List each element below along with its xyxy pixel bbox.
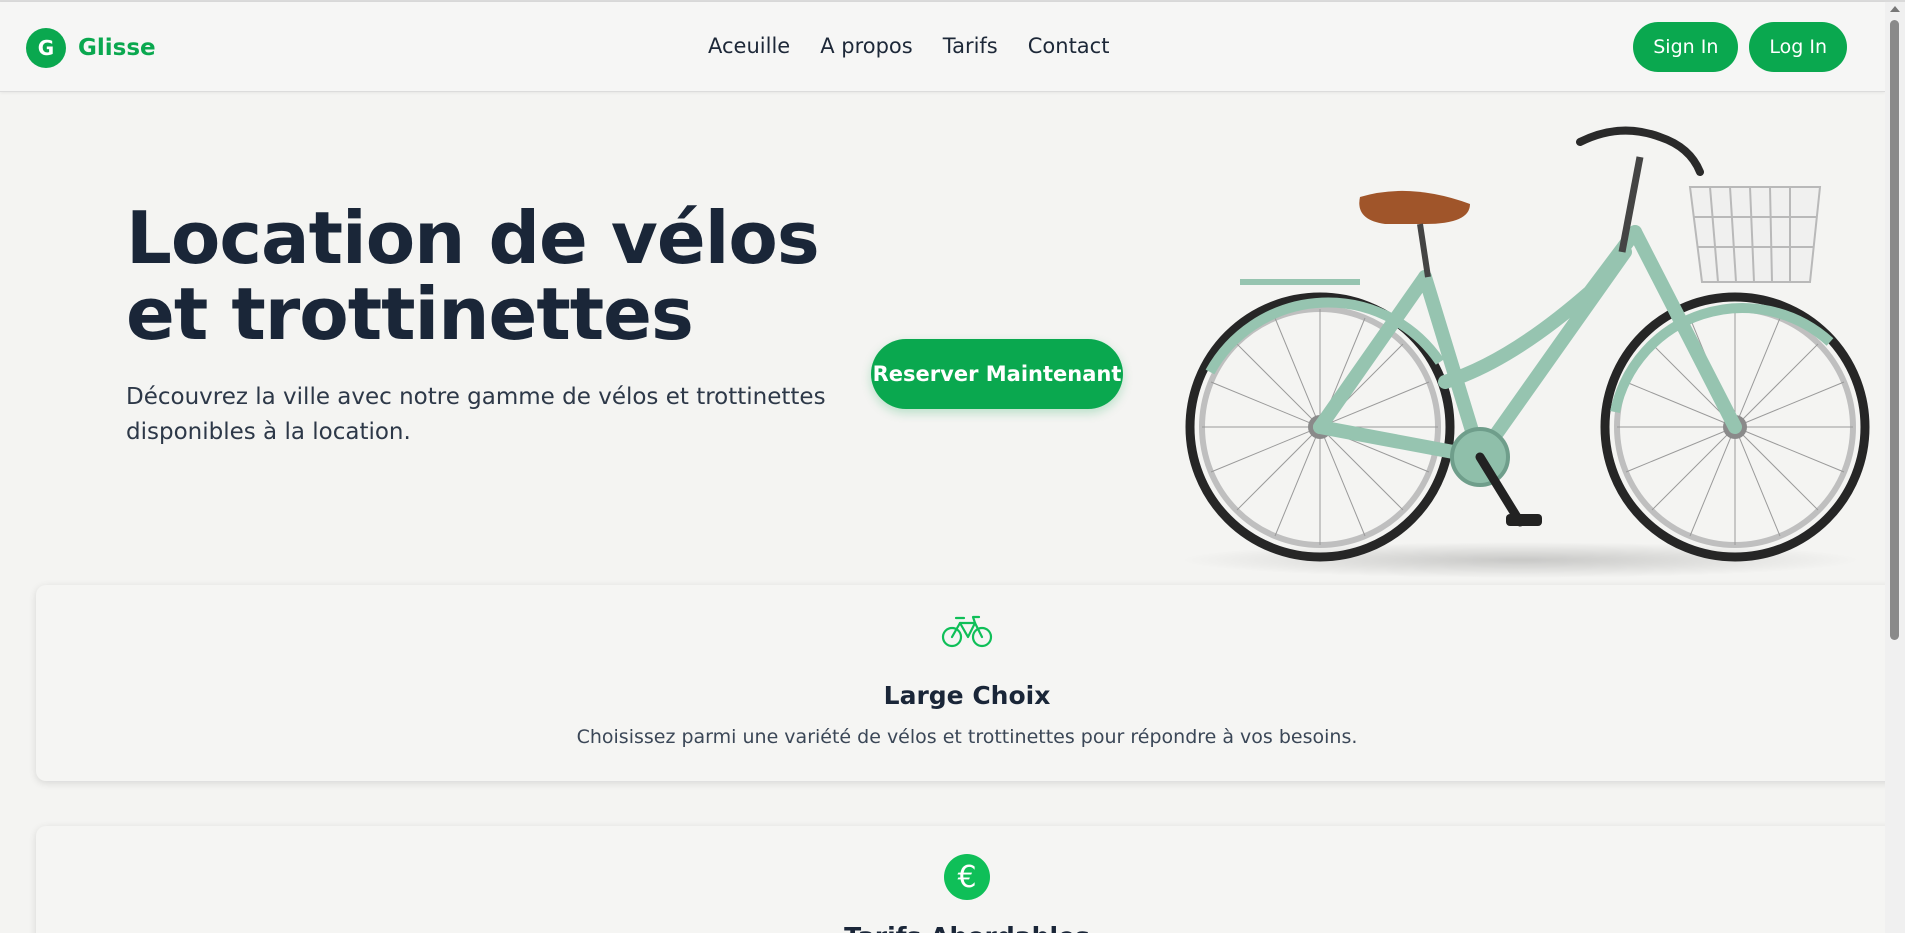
log-in-button[interactable]: Log In: [1749, 22, 1847, 72]
feature-title: Tarifs Abordables: [36, 922, 1898, 933]
brand-name: Glisse: [78, 35, 156, 61]
feature-card-affordable-prices: € Tarifs Abordables: [36, 826, 1898, 933]
nav-link-accueil[interactable]: Aceuille: [708, 34, 790, 58]
brand-logo[interactable]: G Glisse: [26, 28, 156, 68]
feature-description: Choisissez parmi une variété de vélos et…: [576, 726, 1358, 748]
hero-title: Location de vélos et trottinettes: [126, 200, 846, 352]
bicycle-image: [1180, 126, 1870, 578]
main-nav: Aceuille A propos Tarifs Contact: [708, 34, 1109, 58]
feature-title: Large Choix: [883, 681, 1051, 710]
hero-subtitle-line-1: Découvrez la ville avec notre gamme de v…: [126, 384, 826, 410]
scrollbar-thumb[interactable]: [1890, 20, 1899, 640]
reserve-now-button[interactable]: Reserver Maintenant: [871, 339, 1123, 409]
hero-subtitle-line-2: disponibles à la location.: [126, 419, 411, 445]
hero-title-line-1: Location de vélos: [126, 196, 820, 280]
site-header: G Glisse Aceuille A propos Tarifs Contac…: [0, 2, 1885, 92]
hero-subtitle: Découvrez la ville avec notre gamme de v…: [126, 380, 826, 450]
hero-title-line-2: et trottinettes: [126, 272, 694, 356]
feature-card-large-choice: Large Choix Choisissez parmi une variété…: [36, 585, 1898, 781]
logo-badge: G: [26, 28, 66, 68]
scrollbar[interactable]: [1885, 2, 1905, 933]
nav-link-contact[interactable]: Contact: [1028, 34, 1110, 58]
nav-link-a-propos[interactable]: A propos: [820, 34, 913, 58]
sign-in-button[interactable]: Sign In: [1633, 22, 1739, 72]
bicycle-icon: [941, 615, 993, 648]
scroll-up-icon[interactable]: [1890, 6, 1900, 12]
euro-icon: €: [944, 854, 990, 900]
auth-buttons: Sign In Log In: [1633, 22, 1847, 72]
nav-link-tarifs[interactable]: Tarifs: [943, 34, 998, 58]
